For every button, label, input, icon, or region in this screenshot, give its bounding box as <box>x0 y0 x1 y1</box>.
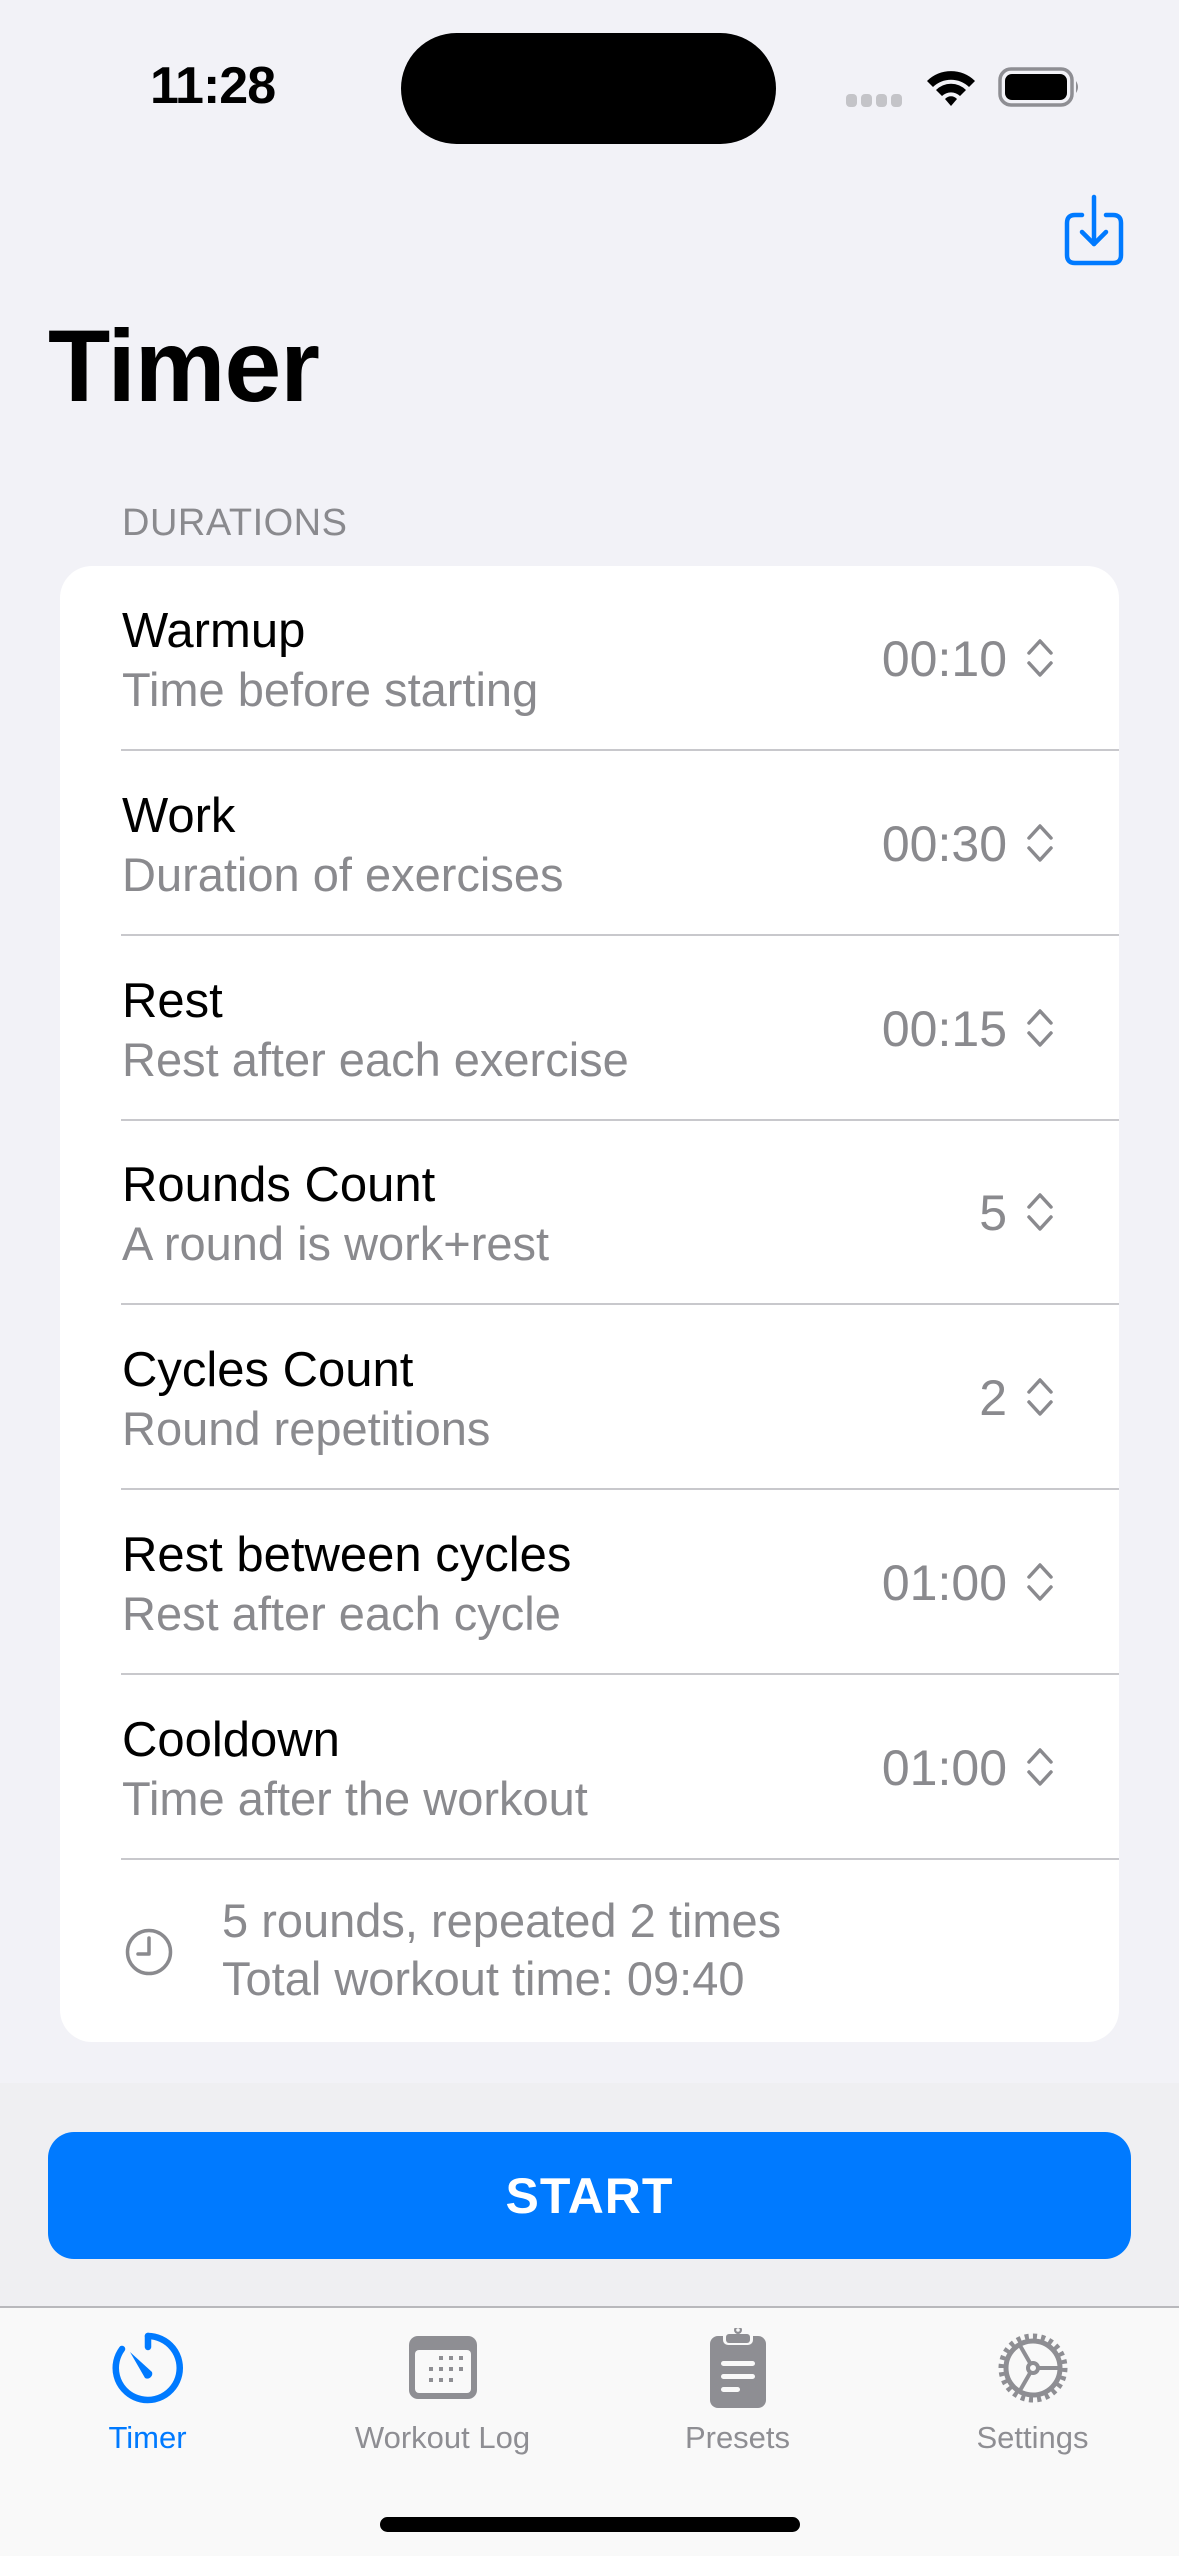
dynamic-island <box>401 33 776 144</box>
tab-workout-log[interactable]: Workout Log <box>295 2308 590 2468</box>
row-subtitle: Rest after each cycle <box>122 1587 561 1640</box>
row-value[interactable]: 00:30 <box>882 815 1007 873</box>
row-value[interactable]: 2 <box>979 1369 1007 1427</box>
tab-label: Timer <box>108 2420 187 2455</box>
row-subtitle: Time after the workout <box>122 1772 588 1825</box>
battery-icon <box>998 67 1078 107</box>
row-value[interactable]: 00:10 <box>882 630 1007 688</box>
tab-label: Workout Log <box>354 2420 531 2455</box>
section-header-durations: DURATIONS <box>122 502 348 544</box>
duration-row-cycles-count[interactable]: Cycles Count Round repetitions 2 <box>60 1305 1119 1490</box>
wifi-icon <box>927 71 975 106</box>
duration-row-cooldown[interactable]: Cooldown Time after the workout 01:00 <box>60 1675 1119 1860</box>
summary-rounds: 5 rounds, repeated 2 times <box>222 1894 782 1947</box>
timer-icon <box>112 2332 183 2404</box>
download-tray-icon <box>1064 194 1124 266</box>
tab-timer[interactable]: Timer <box>0 2308 295 2468</box>
status-time: 11:28 <box>150 57 276 115</box>
chevron-up-down-icon[interactable] <box>1026 1006 1054 1050</box>
calendar-icon <box>408 2336 477 2399</box>
row-value[interactable]: 00:15 <box>882 1000 1007 1058</box>
start-button[interactable]: START <box>48 2132 1131 2259</box>
summary-total-time: Total workout time: 09:40 <box>222 1952 745 2005</box>
row-subtitle: Round repetitions <box>122 1402 491 1455</box>
chevron-up-down-icon[interactable] <box>1026 636 1054 680</box>
row-value[interactable]: 01:00 <box>882 1554 1007 1612</box>
row-subtitle: Time before starting <box>122 663 539 716</box>
chevron-up-down-icon[interactable] <box>1026 1560 1054 1604</box>
duration-row-rounds-count[interactable]: Rounds Count A round is work+rest 5 <box>60 1120 1119 1305</box>
row-title: Cycles Count <box>122 1343 414 1397</box>
gear-icon <box>998 2333 1067 2403</box>
row-subtitle: Duration of exercises <box>122 848 564 901</box>
row-title: Cooldown <box>122 1713 340 1767</box>
duration-row-rest[interactable]: Rest Rest after each exercise 00:15 <box>60 936 1119 1121</box>
tab-label: Settings <box>976 2420 1089 2455</box>
duration-row-warmup[interactable]: Warmup Time before starting 00:10 <box>60 566 1119 751</box>
chevron-up-down-icon[interactable] <box>1026 1745 1054 1789</box>
tab-settings[interactable]: Settings <box>885 2308 1179 2468</box>
row-subtitle: Rest after each exercise <box>122 1033 629 1086</box>
row-value[interactable]: 01:00 <box>882 1739 1007 1797</box>
row-value[interactable]: 5 <box>979 1184 1007 1242</box>
row-title: Warmup <box>122 604 306 658</box>
row-title: Rounds Count <box>122 1158 436 1212</box>
chevron-up-down-icon[interactable] <box>1026 821 1054 865</box>
signal-dots-icon <box>846 94 902 107</box>
tab-presets[interactable]: Presets <box>590 2308 885 2468</box>
download-button[interactable] <box>1058 192 1130 270</box>
workout-summary: 5 rounds, repeated 2 times Total workout… <box>60 1860 1119 2042</box>
duration-row-rest-between-cycles[interactable]: Rest between cycles Rest after each cycl… <box>60 1490 1119 1675</box>
row-title: Work <box>122 789 236 843</box>
clock-icon <box>125 1928 173 1976</box>
page-title: Timer <box>48 309 320 423</box>
chevron-up-down-icon[interactable] <box>1026 1375 1054 1419</box>
home-indicator[interactable] <box>380 2517 800 2532</box>
row-title: Rest <box>122 974 223 1028</box>
row-title: Rest between cycles <box>122 1528 572 1582</box>
durations-card: Warmup Time before starting 00:10 Work D… <box>60 566 1119 2042</box>
chevron-up-down-icon[interactable] <box>1026 1190 1054 1234</box>
tab-label: Presets <box>684 2420 791 2455</box>
clipboard-icon <box>709 2328 766 2408</box>
duration-row-work[interactable]: Work Duration of exercises 00:30 <box>60 751 1119 936</box>
row-subtitle: A round is work+rest <box>122 1217 550 1270</box>
